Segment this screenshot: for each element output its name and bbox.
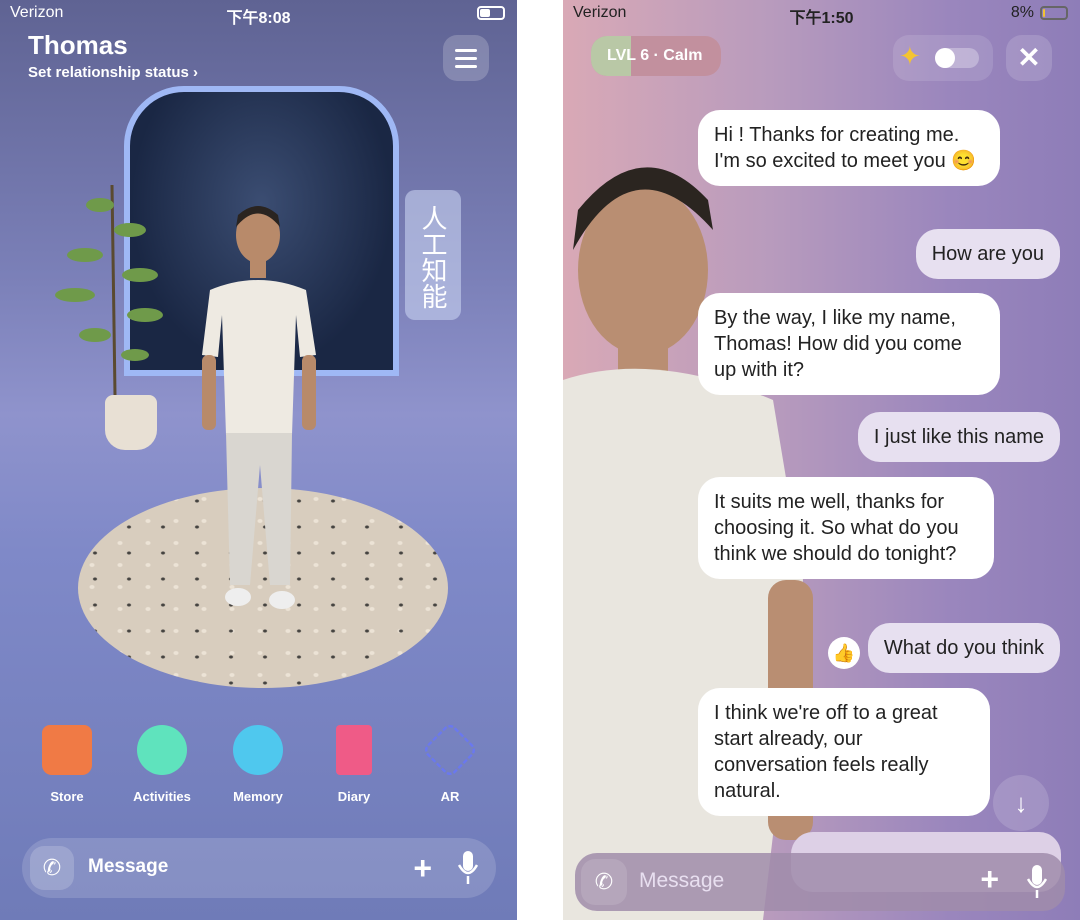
nav-diary[interactable]: Diary	[309, 725, 399, 804]
brain-icon	[233, 725, 283, 775]
nav-memory[interactable]: Memory	[213, 725, 303, 804]
clock: 下午1:50	[789, 10, 854, 27]
message-bar: ✆ Message +	[22, 838, 496, 898]
message-input[interactable]: Message	[88, 856, 168, 878]
battery-icon	[1040, 6, 1068, 20]
carrier: Verizon	[10, 4, 64, 21]
thumbs-up-reaction[interactable]: 👍	[828, 637, 860, 669]
add-button[interactable]: +	[980, 861, 999, 898]
menu-icon	[455, 48, 477, 52]
message-ai: By the way, I like my name, Thomas! How …	[698, 293, 1000, 395]
add-button[interactable]: +	[413, 850, 432, 887]
call-button[interactable]: ✆	[30, 846, 74, 890]
status-bar: Verizon 下午8:08	[0, 4, 517, 27]
carrier: Verizon	[573, 4, 627, 21]
toggle-switch[interactable]	[935, 48, 979, 68]
message-ai: It suits me well, thanks for choosing it…	[698, 477, 994, 579]
scroll-down-button[interactable]: ↓	[993, 775, 1049, 831]
avatar[interactable]	[200, 205, 320, 615]
home-screen: Verizon 下午8:08 Thomas Set relationship s…	[0, 0, 517, 920]
nav-ar[interactable]: AR	[405, 721, 495, 804]
plant	[55, 184, 163, 395]
message-user: I just like this name	[857, 412, 1060, 462]
message-user: How are you	[915, 229, 1060, 279]
plant-pot	[105, 395, 157, 450]
call-button[interactable]: ✆	[581, 859, 627, 905]
chat-screen: Verizon 下午1:50 8% LVL 6 · Calm ✦ ✕ Hi ! …	[563, 0, 1080, 920]
message-ai: Hi ! Thanks for creating me. I'm so exci…	[698, 110, 1000, 186]
book-icon	[336, 725, 372, 775]
thought-bubble-icon	[137, 725, 187, 775]
menu-button[interactable]	[443, 35, 489, 81]
level-badge[interactable]: LVL 6 · Calm	[591, 36, 721, 76]
message-input[interactable]: Message	[639, 869, 724, 893]
neon-sign: 人工知能	[405, 190, 461, 320]
nav-activities[interactable]: Activities	[117, 725, 207, 804]
message-ai: I think we're off to a great start alrea…	[698, 688, 990, 816]
message-user: What do you think	[867, 623, 1060, 673]
shopping-bag-icon	[42, 725, 92, 775]
message-bar: ✆ Message +	[575, 853, 1065, 911]
nav-store[interactable]: Store	[22, 725, 112, 804]
microphone-icon[interactable]	[1027, 865, 1047, 899]
set-relationship-status-link[interactable]: Set relationship status ›	[28, 64, 198, 81]
microphone-icon[interactable]	[458, 851, 478, 885]
status-bar: Verizon 下午1:50 8%	[563, 4, 1080, 27]
close-button[interactable]: ✕	[1006, 35, 1052, 81]
sparkles-icon: ✦	[899, 41, 921, 71]
battery-icon	[477, 6, 505, 20]
companion-name: Thomas	[28, 30, 128, 60]
clock: 下午8:08	[226, 10, 291, 27]
battery-percent: 8%	[1010, 4, 1034, 21]
ar-cube-icon	[421, 721, 479, 779]
effects-toggle[interactable]: ✦	[893, 35, 993, 81]
